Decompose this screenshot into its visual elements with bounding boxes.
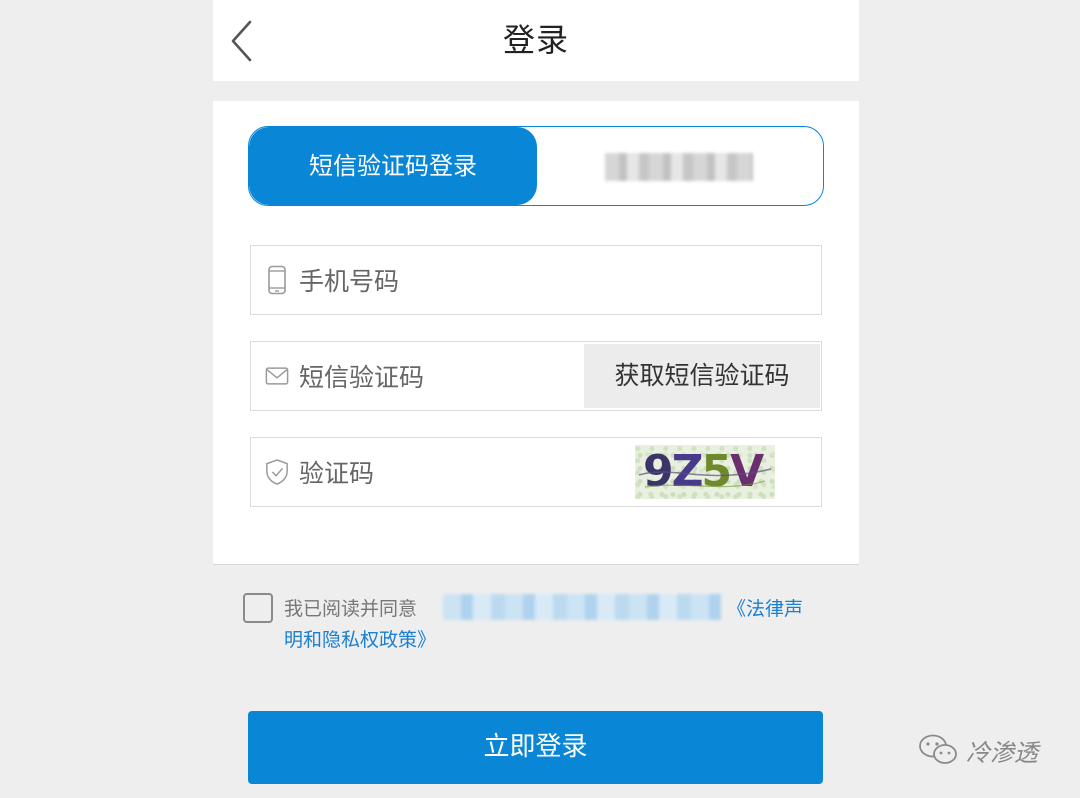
- legal-privacy-link-line1[interactable]: 《法律声: [727, 594, 803, 621]
- captcha-field: 9Z5V: [250, 437, 822, 507]
- legal-privacy-link-line2[interactable]: 明和隐私权政策》: [284, 625, 436, 652]
- sms-code-field: 获取短信验证码: [250, 341, 822, 411]
- mail-icon: [265, 361, 289, 391]
- captcha-input[interactable]: [297, 448, 581, 498]
- redacted-tab-label: [605, 153, 753, 181]
- phone-field: [250, 245, 822, 315]
- page-title: 登录: [502, 21, 569, 59]
- agreement-checkbox[interactable]: [243, 593, 273, 623]
- phone-input[interactable]: [297, 256, 581, 306]
- get-sms-code-button[interactable]: 获取短信验证码: [584, 344, 820, 408]
- captcha-image[interactable]: 9Z5V: [635, 445, 775, 499]
- header-bar: 登录: [213, 0, 859, 81]
- login-card: 短信验证码登录 手机号码 短信验证码 获取短信验证码 验证码 9Z5V: [213, 101, 859, 565]
- watermark: 冷渗透: [918, 728, 1038, 772]
- tab-sms-login[interactable]: 短信验证码登录: [249, 127, 537, 205]
- watermark-text: 冷渗透: [966, 738, 1038, 767]
- redacted-agreement-link: [443, 594, 721, 620]
- login-button[interactable]: 立即登录: [248, 711, 823, 784]
- tab-alternate-login[interactable]: [537, 127, 823, 205]
- wechat-icon: [919, 734, 957, 764]
- sms-code-input[interactable]: [297, 352, 581, 402]
- agreement-prefix: 我已阅读并同意: [284, 598, 418, 620]
- phone-icon: [265, 265, 289, 295]
- login-page: 登录 短信验证码登录 手机号码 短信验证码 获取短信验证码 验证码 9Z5V 我…: [0, 0, 1080, 798]
- captcha-strike-lines: [638, 468, 772, 488]
- shield-check-icon: [265, 457, 289, 487]
- login-mode-tabs: 短信验证码登录: [248, 126, 824, 206]
